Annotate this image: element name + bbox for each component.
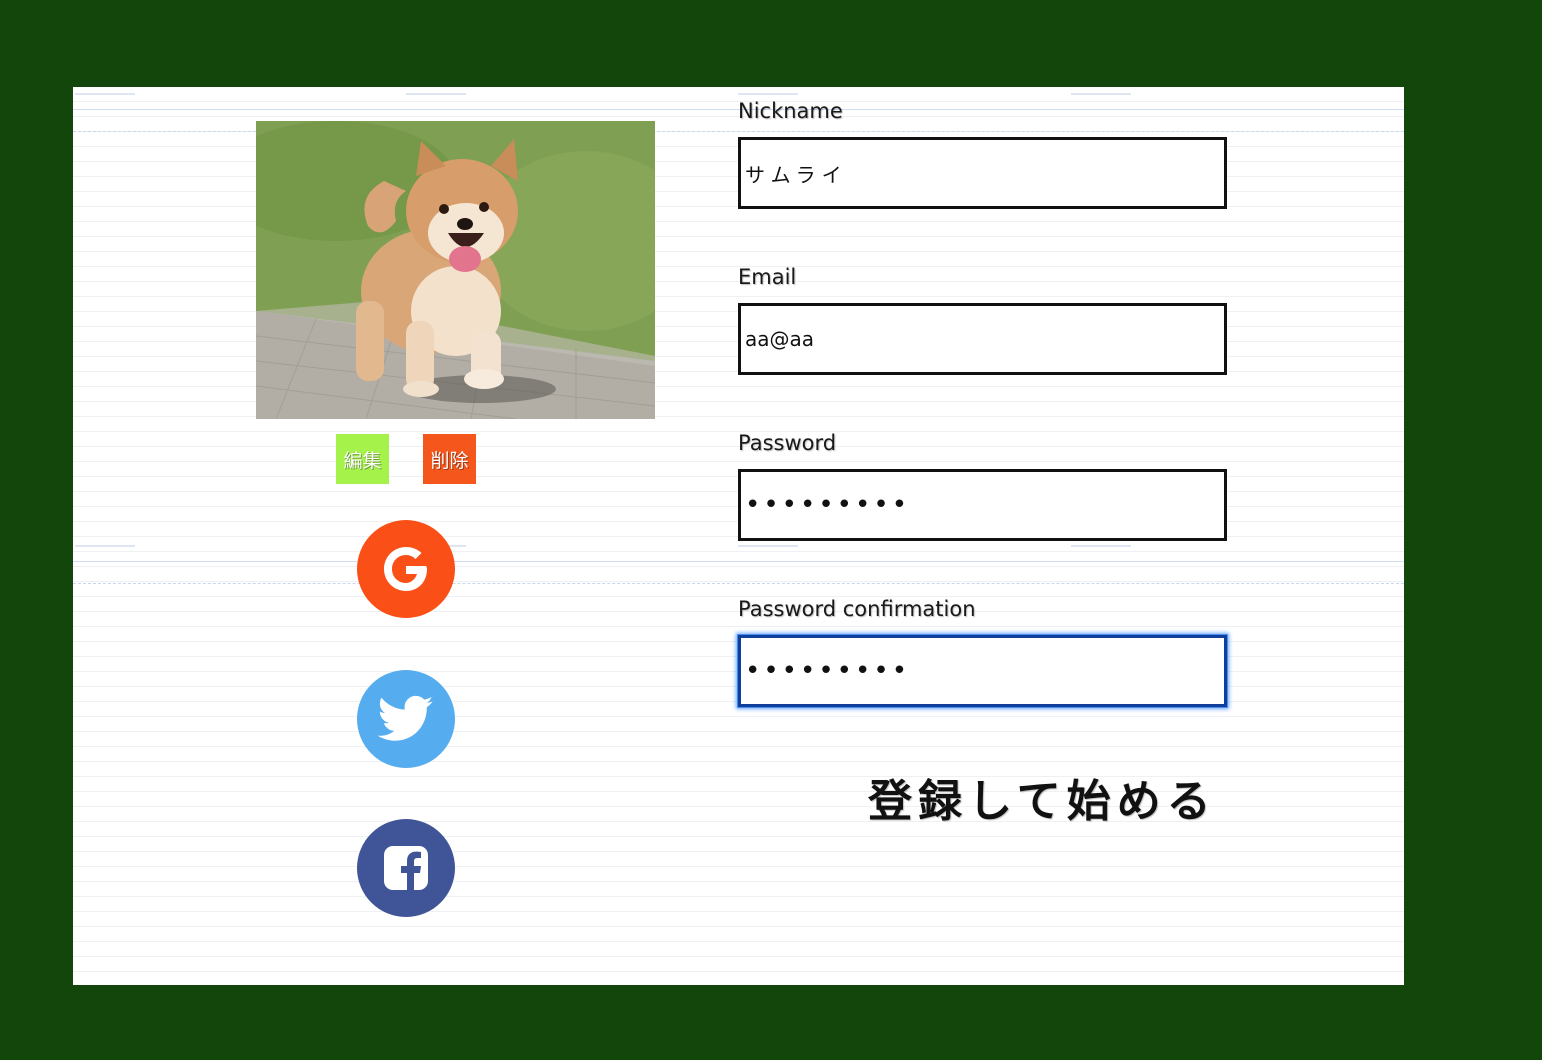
email-input[interactable]: aa@aa [738,303,1227,375]
nickname-value: サムライ [745,162,848,187]
password-input[interactable]: ••••••••• [738,469,1227,541]
nickname-label: Nickname [738,99,843,123]
delete-button[interactable]: 削除 [423,434,476,484]
password-confirmation-label: Password confirmation [738,597,976,621]
twitter-icon [378,695,434,741]
background-ruler [73,539,1404,584]
twitter-login-button[interactable] [357,670,455,768]
email-value: aa@aa [745,327,815,351]
password-confirmation-input[interactable]: ••••••••• [738,635,1227,707]
signup-card: 編集 削除 Nickname サムライ Email aa@aa Password… [73,87,1404,985]
password-confirmation-value: ••••••••• [745,656,911,686]
facebook-login-button[interactable] [357,819,455,917]
edit-button[interactable]: 編集 [336,434,389,484]
puppy-image [256,121,655,419]
signup-submit-button[interactable]: 登録して始める [868,767,1278,827]
email-label: Email [738,265,797,289]
facebook-icon [384,846,428,890]
google-login-button[interactable] [357,520,455,618]
google-icon [384,547,427,591]
nickname-input[interactable]: サムライ [738,137,1227,209]
password-value: ••••••••• [745,490,911,520]
password-label: Password [738,431,837,455]
profile-photo [256,121,655,419]
